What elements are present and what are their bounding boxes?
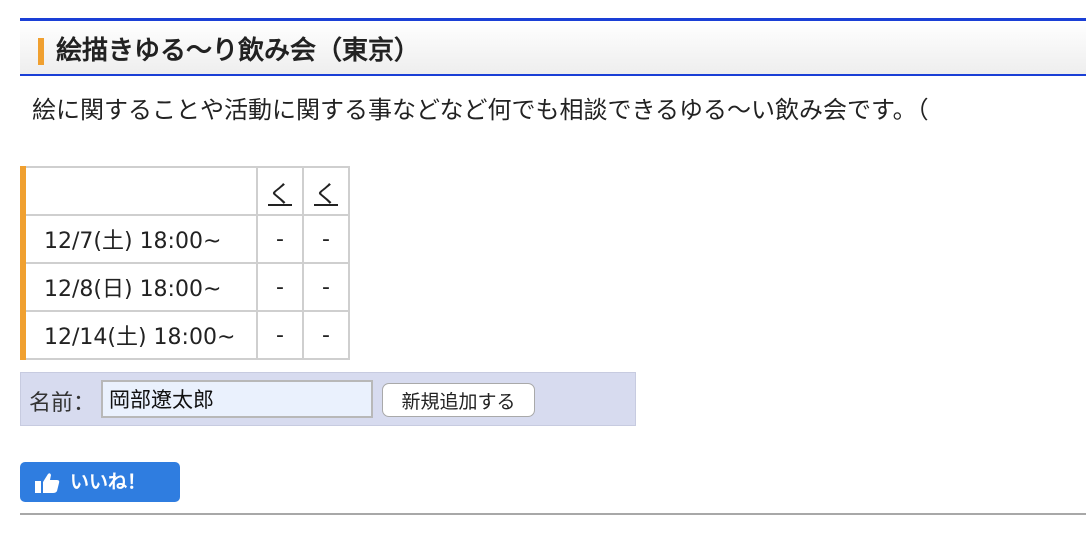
event-page: 絵描きゆる〜り飲み会（東京） 絵に関することや活動に関する事などなど何でも相談で… — [0, 0, 1086, 540]
attendance-mark: - — [302, 262, 350, 312]
thumbs-up-icon — [34, 472, 60, 494]
participant-column-header[interactable]: く — [302, 166, 350, 216]
schedule-date: 12/7(土) 18:00~ — [22, 214, 258, 264]
divider — [20, 513, 1086, 515]
attendance-mark: - — [302, 310, 350, 360]
add-participant-button[interactable]: 新規追加する — [382, 383, 535, 417]
event-description: 絵に関することや活動に関する事などなど何でも相談できるゆる〜い飲み会です。（ — [32, 96, 929, 124]
schedule-table: く く 12/7(土) 18:00~ - - 12/8(日) 18:00~ - … — [20, 166, 350, 360]
add-participant-form: 名前： 新規追加する — [20, 372, 636, 426]
schedule-date: 12/8(日) 18:00~ — [22, 262, 258, 312]
schedule-row: 12/7(土) 18:00~ - - — [22, 214, 350, 264]
schedule-row: 12/8(日) 18:00~ - - — [22, 262, 350, 312]
header-empty-cell — [22, 166, 258, 216]
name-label: 名前： — [29, 391, 96, 416]
event-title-bar: 絵描きゆる〜り飲み会（東京） — [20, 18, 1086, 76]
schedule-row: 12/14(土) 18:00~ - - — [22, 310, 350, 360]
schedule-date: 12/14(土) 18:00~ — [22, 310, 258, 360]
attendance-mark: - — [256, 214, 304, 264]
attendance-mark: - — [256, 262, 304, 312]
participant-column-header[interactable]: く — [256, 166, 304, 216]
event-title: 絵描きゆる〜り飲み会（東京） — [56, 36, 421, 66]
title-accent-mark — [38, 38, 44, 65]
attendance-mark: - — [256, 310, 304, 360]
like-label: いいね！ — [70, 471, 147, 493]
schedule-header-row: く く — [22, 166, 350, 216]
like-button[interactable]: いいね！ — [20, 462, 180, 502]
name-input[interactable] — [101, 380, 373, 418]
attendance-mark: - — [302, 214, 350, 264]
